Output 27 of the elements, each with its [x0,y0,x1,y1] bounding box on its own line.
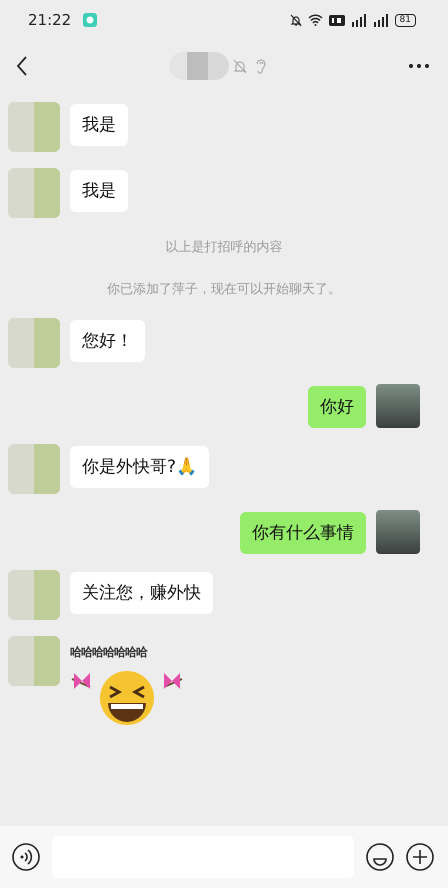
voice-icon[interactable] [12,843,40,871]
message-bubble: 你好 [308,386,366,428]
avatar-photo-placeholder[interactable] [376,384,420,428]
ear-icon [255,58,267,74]
emoji-icon[interactable] [366,843,394,871]
system-notice: 你已添加了萍子，现在可以开始聊天了。 [107,281,341,298]
status-time: 21:22 [28,11,72,29]
plus-icon[interactable] [406,843,434,871]
signal-icon [372,14,389,26]
back-icon[interactable] [16,56,28,76]
more-icon[interactable] [408,63,430,69]
message-bubble: 你是外快哥?🙏 [70,446,210,488]
blurred-contact-name [169,52,229,80]
battery-indicator: 81 [394,14,416,26]
message-bubble: 你有什么事情 [240,512,366,554]
message-bubble: 我是 [70,104,128,146]
mute-bell-icon [290,14,302,26]
system-notice: 以上是打招呼的内容 [166,239,282,256]
app-notification-icon [83,13,98,27]
avatar-photo-placeholder[interactable] [376,510,420,554]
message-bubble: 关注您，赚外快 [70,572,213,614]
signal-icon [350,14,367,26]
wifi-icon [308,14,323,26]
mute-bell-icon [233,58,247,74]
message-bubble: 您好！ [70,320,145,362]
message-bubble: 我是 [70,170,128,212]
sticker-caption: 哈哈哈哈哈哈哈 [70,644,147,661]
